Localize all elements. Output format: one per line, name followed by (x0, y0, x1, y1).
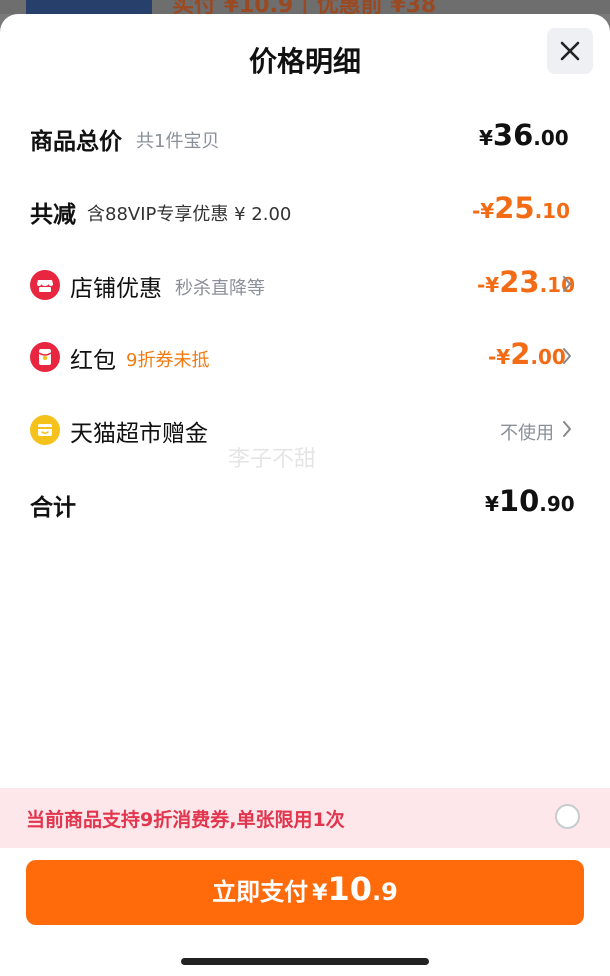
sum-amount: ¥ 10 .90 (485, 484, 575, 518)
chevron-right-icon (563, 348, 571, 364)
red-packet-label: 红包 (70, 348, 116, 374)
row-total-discount: 共减 含88VIP专享优惠 ¥ 2.00 -¥ 25 .10 (0, 191, 610, 231)
goods-total-int: 36 (492, 118, 534, 152)
coupon-banner[interactable]: 当前商品支持9折消费券,单张限用1次 (0, 788, 610, 848)
red-packet-dec: .00 (530, 345, 566, 369)
goods-total-amount: ¥ 36 .00 (479, 118, 569, 152)
goods-total-currency: ¥ (479, 126, 493, 150)
red-packet-icon (30, 342, 60, 372)
sheet-title: 价格明细 (248, 45, 361, 78)
goods-total-label: 商品总价 (30, 129, 122, 155)
chevron-right-icon (563, 421, 571, 437)
background-price-text: 实付 ¥10.9 | 优惠前 ¥38 (172, 0, 437, 14)
pay-now-label: 立即支付 (212, 878, 309, 906)
store-discount-amount: -¥ 23 .10 (477, 265, 575, 299)
store-discount-label: 店铺优惠 (70, 276, 162, 302)
red-packet-prefix: -¥ (488, 345, 511, 369)
total-discount-prefix: -¥ (472, 199, 495, 223)
store-icon (30, 270, 60, 300)
close-icon (560, 41, 580, 61)
watermark: 李子不甜 (228, 447, 317, 472)
background-product-thumbnail (26, 0, 152, 14)
gift-card-icon (30, 415, 60, 445)
close-button[interactable] (547, 28, 593, 74)
pay-now-dec: .9 (372, 878, 398, 906)
row-store-discount[interactable]: 店铺优惠 秒杀直降等 -¥ 23 .10 (0, 265, 610, 305)
total-discount-amount: -¥ 25 .10 (472, 191, 570, 225)
red-packet-note: 9折券未抵 (126, 350, 210, 371)
row-sum: 合计 ¥ 10 .90 (0, 484, 610, 524)
sum-dec: .90 (539, 492, 575, 516)
store-discount-note: 秒杀直降等 (175, 278, 265, 299)
goods-total-count: 共1件宝贝 (136, 131, 220, 152)
sum-int: 10 (498, 484, 540, 518)
goods-total-dec: .00 (533, 126, 569, 150)
pay-now-currency: ¥ (312, 881, 328, 906)
pay-now-int: 10 (327, 870, 372, 908)
sum-currency: ¥ (485, 492, 499, 516)
total-discount-label: 共减 (30, 202, 76, 228)
chevron-right-icon (563, 276, 571, 292)
total-discount-note: 含88VIP专享优惠 ¥ 2.00 (87, 204, 292, 225)
store-discount-prefix: -¥ (477, 273, 500, 297)
coupon-banner-text: 当前商品支持9折消费券,单张限用1次 (26, 809, 345, 831)
red-packet-int: 2 (510, 337, 531, 371)
row-goods-total: 商品总价 共1件宝贝 ¥ 36 .00 (0, 118, 610, 158)
store-discount-int: 23 (499, 265, 540, 299)
row-red-packet[interactable]: 红包 9折券未抵 -¥ 2 .00 (0, 337, 610, 377)
home-indicator[interactable] (181, 958, 429, 965)
total-discount-dec: .10 (534, 199, 571, 223)
total-discount-int: 25 (494, 191, 535, 225)
tmall-bonus-label: 天猫超市赠金 (70, 421, 208, 447)
pay-now-button[interactable]: 立即支付 ¥ 10 .9 (26, 860, 584, 925)
coupon-radio[interactable] (555, 804, 580, 829)
tmall-bonus-status: 不使用 (500, 423, 554, 444)
red-packet-amount: -¥ 2 .00 (488, 337, 566, 371)
background-page-peek: 实付 ¥10.9 | 优惠前 ¥38 (0, 0, 610, 14)
sum-label: 合计 (30, 495, 76, 521)
